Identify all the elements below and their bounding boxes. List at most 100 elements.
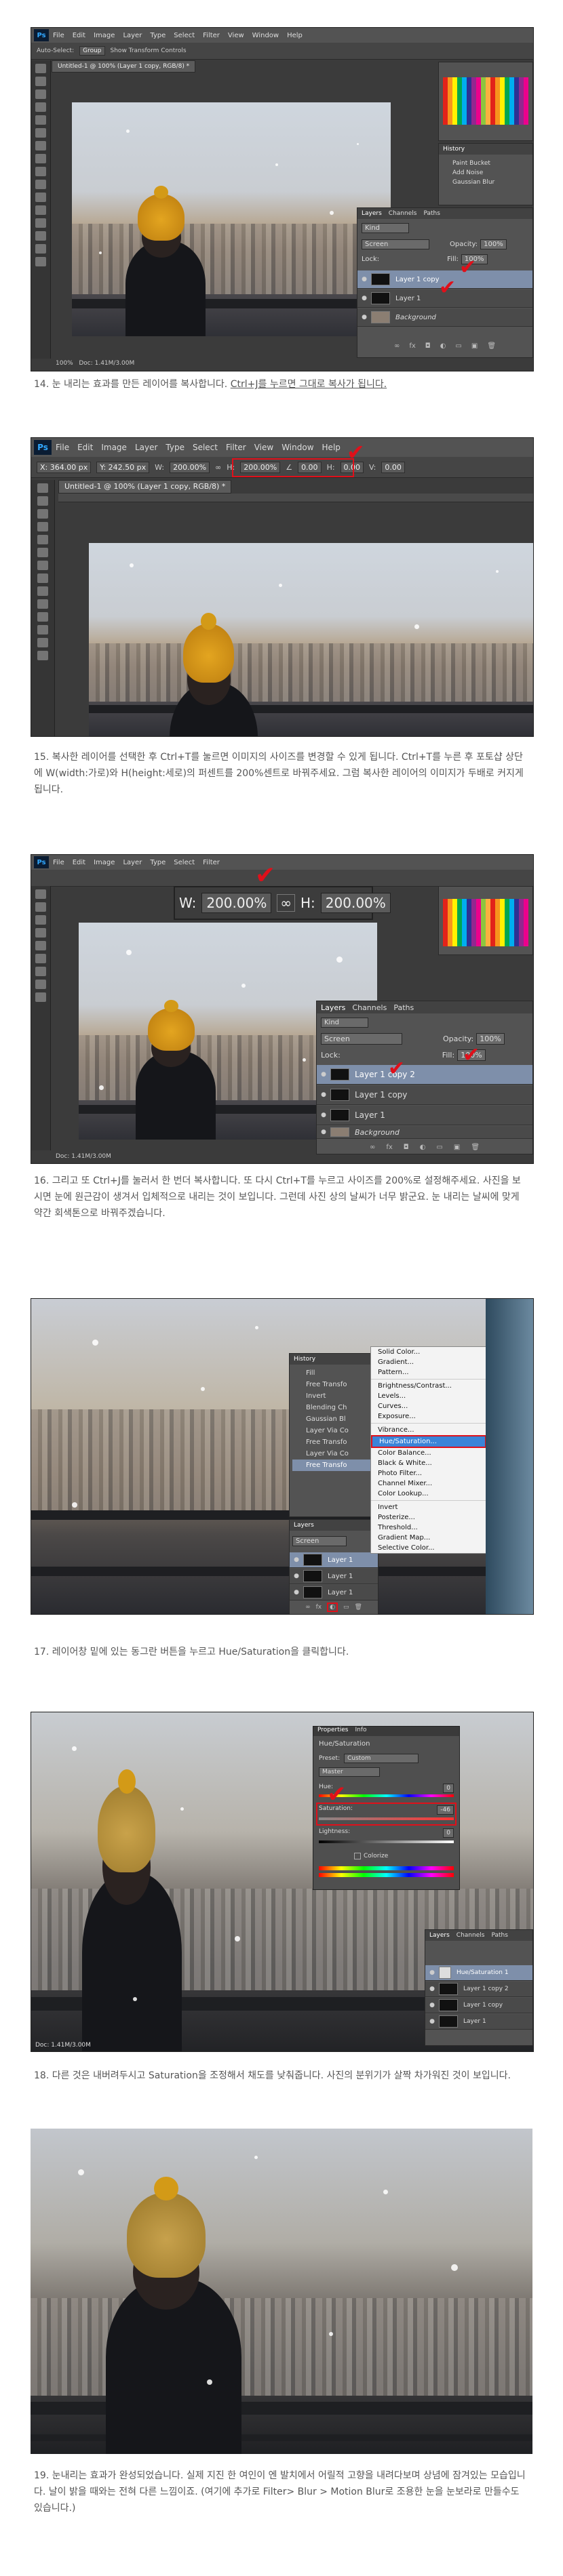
layer-row[interactable]: ● Layer 1 bbox=[290, 1569, 378, 1584]
menu-help[interactable]: Help bbox=[287, 32, 303, 39]
menu-filter[interactable]: Filter bbox=[203, 32, 220, 39]
eyedropper-tool-icon[interactable] bbox=[37, 548, 48, 557]
channels-tab[interactable]: Channels bbox=[389, 210, 417, 217]
h-input[interactable]: 200.00% bbox=[320, 893, 391, 913]
y-input[interactable]: Y: 242.50 px bbox=[96, 461, 150, 473]
visibility-eye-icon[interactable]: ● bbox=[357, 276, 371, 283]
paths-tab[interactable]: Paths bbox=[491, 1932, 507, 1939]
canvas-photo[interactable] bbox=[89, 543, 533, 736]
adjustment-icon[interactable]: ◐ bbox=[420, 1144, 426, 1151]
type-tool-icon[interactable] bbox=[35, 257, 46, 266]
stamp-tool-icon[interactable] bbox=[37, 586, 48, 596]
history-item[interactable]: Fill bbox=[292, 1367, 375, 1379]
fx-icon[interactable]: fx bbox=[386, 1144, 392, 1151]
link-icon[interactable]: ∞ bbox=[370, 1144, 375, 1151]
channel-select[interactable]: Master bbox=[319, 1767, 380, 1777]
history-item[interactable]: Layer Via Co bbox=[292, 1425, 375, 1436]
kind-filter[interactable]: Kind bbox=[362, 222, 409, 233]
layer-row[interactable]: ● Layer 1 copy 2 bbox=[425, 1981, 532, 1997]
menu-layer[interactable]: Layer bbox=[135, 443, 157, 452]
layer-row[interactable]: ● Background bbox=[317, 1126, 532, 1139]
crop-tool-icon[interactable] bbox=[37, 535, 48, 544]
gradient-tool-icon[interactable] bbox=[37, 612, 48, 622]
folder-icon[interactable]: ▭ bbox=[455, 342, 461, 350]
menu-item-color-lookup[interactable]: Color Lookup... bbox=[371, 1489, 486, 1499]
menu-select[interactable]: Select bbox=[174, 859, 195, 866]
gradient-tool-icon[interactable] bbox=[35, 205, 46, 215]
eyedropper-tool-icon[interactable] bbox=[35, 128, 46, 138]
menu-file[interactable]: File bbox=[56, 443, 69, 452]
swatch-grid[interactable] bbox=[443, 899, 528, 946]
history-item[interactable]: Free Transfo bbox=[292, 1436, 375, 1448]
lasso-tool-icon[interactable] bbox=[35, 915, 46, 925]
menu-item-exposure[interactable]: Exposure... bbox=[371, 1411, 486, 1422]
blur-tool-icon[interactable] bbox=[35, 218, 46, 228]
visibility-eye-icon[interactable]: ● bbox=[425, 2018, 439, 2025]
menu-item-solid-color[interactable]: Solid Color... bbox=[371, 1347, 486, 1357]
opacity-input[interactable]: 100% bbox=[480, 239, 507, 249]
visibility-eye-icon[interactable]: ● bbox=[317, 1091, 330, 1098]
fx-icon[interactable]: fx bbox=[316, 1604, 322, 1611]
menu-filter[interactable]: Filter bbox=[203, 859, 220, 866]
link-icon[interactable]: ∞ bbox=[215, 463, 221, 472]
layers-tab[interactable]: Layers bbox=[429, 1932, 450, 1939]
type-tool-icon[interactable] bbox=[35, 992, 46, 1002]
healing-tool-icon[interactable] bbox=[35, 141, 46, 150]
trash-icon[interactable]: 🗑 bbox=[471, 1144, 480, 1151]
show-transform-checkbox[interactable]: Show Transform Controls bbox=[111, 47, 187, 54]
history-item[interactable]: Blending Ch bbox=[292, 1402, 375, 1413]
menu-edit[interactable]: Edit bbox=[73, 859, 85, 866]
menu-image[interactable]: Image bbox=[94, 859, 115, 866]
folder-icon[interactable]: ▭ bbox=[436, 1144, 442, 1151]
menu-item-posterize[interactable]: Posterize... bbox=[371, 1512, 486, 1523]
menu-item-invert[interactable]: Invert bbox=[371, 1502, 486, 1512]
layer-row[interactable]: ● Layer 1 copy 2 bbox=[317, 1065, 532, 1085]
colorize-checkbox[interactable] bbox=[354, 1853, 361, 1859]
layer-row[interactable]: ● Background bbox=[357, 308, 532, 327]
menu-item-channel-mixer[interactable]: Channel Mixer... bbox=[371, 1478, 486, 1489]
layer-row[interactable]: ● Layer 1 bbox=[290, 1585, 378, 1601]
layer-row[interactable]: ● Layer 1 bbox=[425, 2014, 532, 2030]
crop-tool-icon[interactable] bbox=[35, 928, 46, 938]
crop-tool-icon[interactable] bbox=[35, 115, 46, 125]
auto-select-checkbox[interactable]: Auto-Select: bbox=[37, 47, 74, 54]
menu-window[interactable]: Window bbox=[282, 443, 313, 452]
marquee-tool-icon[interactable] bbox=[35, 902, 46, 912]
history-item[interactable]: Add Noise bbox=[452, 168, 494, 178]
history-item[interactable]: Free Transfo bbox=[292, 1460, 375, 1471]
visibility-eye-icon[interactable]: ● bbox=[357, 314, 371, 321]
x-input[interactable]: X: 364.00 px bbox=[37, 461, 92, 473]
w-input[interactable]: 200.00% bbox=[201, 893, 272, 913]
menu-item-pattern[interactable]: Pattern... bbox=[371, 1367, 486, 1377]
preset-select[interactable]: Custom bbox=[344, 1754, 419, 1763]
menu-view[interactable]: View bbox=[228, 32, 244, 39]
visibility-eye-icon[interactable]: ● bbox=[425, 1969, 439, 1976]
history-item[interactable]: Paint Bucket bbox=[452, 159, 494, 168]
eraser-tool-icon[interactable] bbox=[37, 599, 48, 609]
menu-item-vibrance[interactable]: Vibrance... bbox=[371, 1425, 486, 1435]
v-skew-input[interactable]: 0.00 bbox=[381, 461, 405, 473]
w-input[interactable]: 200.00% bbox=[170, 461, 210, 473]
menu-item-brightness-contrast[interactable]: Brightness/Contrast... bbox=[371, 1381, 486, 1391]
properties-tab[interactable]: Properties bbox=[317, 1727, 348, 1736]
opacity-input[interactable]: 100% bbox=[476, 1032, 505, 1045]
menu-window[interactable]: Window bbox=[252, 32, 279, 39]
menu-item-gradient-map[interactable]: Gradient Map... bbox=[371, 1533, 486, 1543]
document-tab[interactable]: Untitled-1 @ 100% (Layer 1 copy, RGB/8) … bbox=[58, 480, 232, 494]
canvas-photo[interactable] bbox=[72, 102, 391, 336]
menu-item-levels[interactable]: Levels... bbox=[371, 1391, 486, 1401]
menu-item-hue-saturation[interactable]: Hue/Saturation... bbox=[371, 1435, 486, 1448]
blend-mode-select[interactable]: Screen bbox=[362, 239, 429, 249]
menu-item-photo-filter[interactable]: Photo Filter... bbox=[371, 1468, 486, 1478]
pen-tool-icon[interactable] bbox=[35, 244, 46, 254]
menu-edit[interactable]: Edit bbox=[73, 32, 85, 39]
history-item[interactable]: Gaussian Blur bbox=[452, 178, 494, 187]
menu-image[interactable]: Image bbox=[94, 32, 115, 39]
menu-item-gradient[interactable]: Gradient... bbox=[371, 1357, 486, 1367]
paths-tab[interactable]: Paths bbox=[423, 210, 440, 217]
visibility-eye-icon[interactable]: ● bbox=[290, 1556, 303, 1563]
quick-select-tool-icon[interactable] bbox=[35, 102, 46, 112]
type-tool-icon[interactable] bbox=[37, 651, 48, 660]
lightness-value[interactable]: 0 bbox=[443, 1828, 454, 1838]
menu-item-threshold[interactable]: Threshold... bbox=[371, 1523, 486, 1533]
